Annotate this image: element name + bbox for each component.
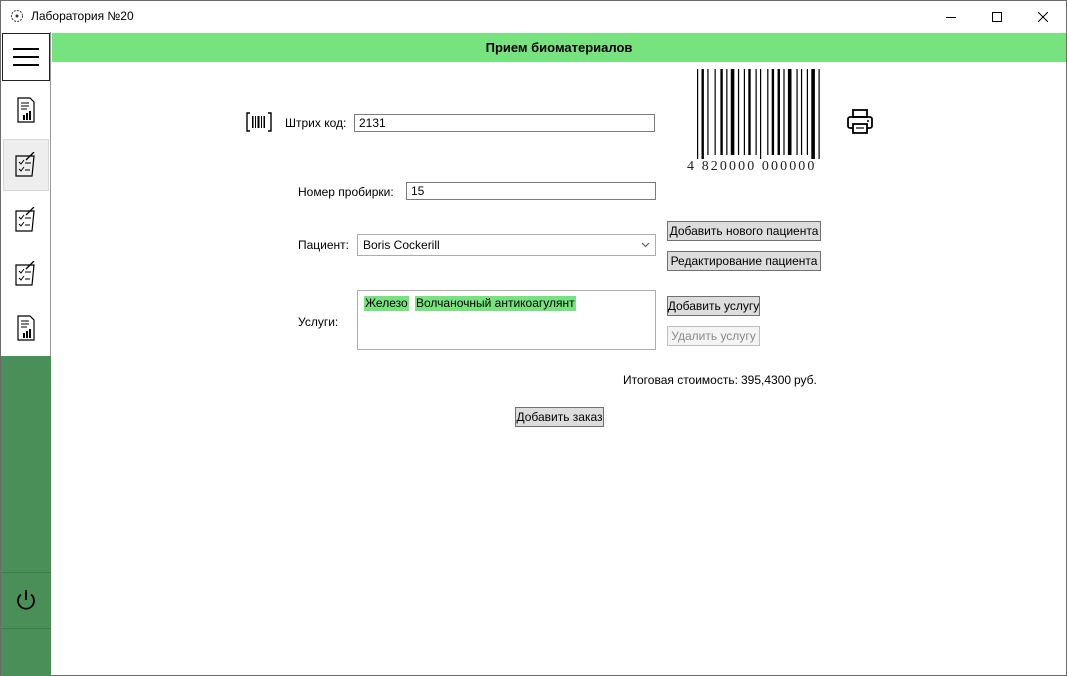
tube-number-input[interactable]: 15: [406, 182, 656, 200]
close-button[interactable]: [1020, 1, 1066, 32]
barcode-bar: [737, 69, 740, 155]
edit-patient-button[interactable]: Редактирование пациента: [667, 251, 821, 271]
remove-service-button[interactable]: Удалить услугу: [667, 326, 760, 346]
sidebar: [1, 32, 51, 676]
barcode-bar: [701, 69, 704, 161]
barcode-bar: [783, 69, 785, 155]
print-button[interactable]: [846, 108, 874, 136]
barcode-digits: 4 820000 000000: [687, 159, 817, 174]
window-title: Лаборатория №20: [31, 9, 134, 23]
report-chart-icon: [17, 97, 35, 123]
checklist-pen-icon: [15, 261, 35, 286]
barcode-bar: [730, 69, 735, 155]
logout-button[interactable]: [1, 572, 51, 628]
barcode-bar: [787, 69, 792, 155]
barcode-bar: [818, 69, 820, 161]
chevron-down-icon: [641, 242, 650, 248]
barcode-input[interactable]: 2131: [354, 114, 655, 132]
total-value: 395,4300: [741, 373, 792, 387]
sidebar-item-checklist-2[interactable]: [3, 194, 49, 246]
power-icon: [17, 590, 35, 610]
add-service-button[interactable]: Добавить услугу: [667, 296, 760, 316]
barcode-bar: [796, 69, 798, 155]
title-bar: Лаборатория №20: [1, 1, 1066, 32]
minimize-icon: [946, 16, 956, 18]
app-window: Лаборатория №20 Прием биоматериалов Штри…: [0, 0, 1067, 676]
barcode-bar: [743, 69, 745, 155]
patient-label: Пациент:: [298, 238, 350, 252]
barcode-bar: [760, 69, 762, 161]
minimize-button[interactable]: [928, 1, 974, 32]
barcode-bar: [777, 69, 780, 155]
sidebar-item-report-1[interactable]: [3, 84, 49, 136]
maximize-icon: [992, 11, 1002, 22]
add-order-button[interactable]: Добавить заказ: [515, 407, 604, 427]
add-patient-button[interactable]: Добавить нового пациента: [667, 221, 821, 241]
barcode-scanner-icon: [246, 112, 272, 132]
service-tag[interactable]: Волчаночный антикоагулянт: [415, 296, 576, 311]
close-icon: [1038, 11, 1048, 22]
barcode-bar: [811, 69, 815, 161]
barcode-bars: [697, 69, 820, 161]
barcode-bar: [720, 69, 723, 155]
sidebar-divider: [1, 628, 51, 629]
barcode-bar: [707, 69, 709, 155]
hamburger-menu-button[interactable]: [2, 33, 50, 81]
app-icon: [11, 10, 23, 22]
patient-select[interactable]: Boris Cockerill: [357, 234, 656, 256]
barcode-bar: [806, 69, 808, 155]
page-title: Прием биоматериалов: [485, 40, 633, 55]
hamburger-menu-icon: [13, 48, 39, 66]
patient-select-value: Boris Cockerill: [363, 238, 440, 252]
barcode-image: 4 820000 000000: [687, 67, 837, 175]
checklist-pen-icon: [15, 152, 35, 177]
page-header: Прием биоматериалов: [52, 33, 1066, 62]
checklist-pen-icon: [15, 207, 35, 232]
sidebar-item-report-2[interactable]: [3, 302, 49, 354]
sidebar-item-checklist-3[interactable]: [3, 248, 49, 300]
sidebar-nav: [1, 32, 51, 356]
tube-label: Номер пробирки:: [298, 185, 394, 199]
services-label: Услуги:: [298, 315, 339, 329]
barcode-label: Штрих код:: [285, 116, 347, 130]
barcode-bar: [714, 69, 716, 155]
barcode-bar: [726, 69, 728, 155]
report-chart-icon: [17, 315, 35, 341]
barcode-bar: [771, 69, 775, 155]
printer-icon: [847, 109, 873, 134]
barcode-bar: [697, 69, 699, 161]
services-list[interactable]: Железо Волчаночный антикоагулянт: [357, 290, 656, 350]
sidebar-item-biomaterial[interactable]: [3, 139, 49, 191]
barcode-bar: [755, 69, 757, 155]
total-currency: руб.: [794, 373, 817, 387]
barcode-bar: [767, 69, 769, 155]
service-tag[interactable]: Железо: [364, 296, 409, 311]
barcode-bar: [800, 69, 803, 155]
maximize-button[interactable]: [974, 1, 1020, 32]
barcode-bar: [748, 69, 751, 155]
total-label: Итоговая стоимость:: [623, 373, 738, 387]
